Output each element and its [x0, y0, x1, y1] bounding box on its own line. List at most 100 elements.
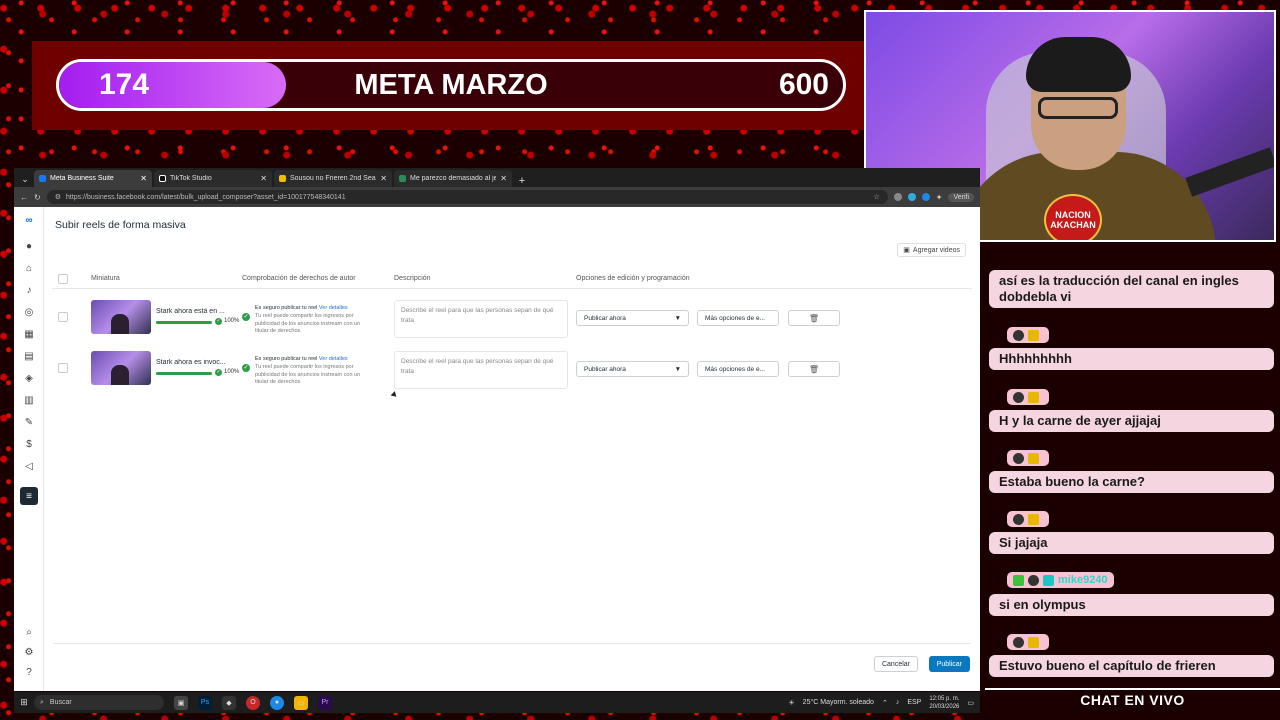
chat-user-tag	[1007, 450, 1049, 466]
search-icon[interactable]: ⌕	[22, 625, 36, 639]
col-options: Opciones de edición y programación	[576, 275, 690, 282]
address-bar[interactable]: ⚙ https://business.facebook.com/latest/b…	[46, 190, 888, 204]
table-row: Stark ahora está en ... ✓ 100% ✓ Es segu…	[52, 298, 972, 346]
lang-indicator[interactable]: ESP	[907, 699, 921, 706]
edit-icon[interactable]: ✎	[22, 415, 36, 429]
caret-down-icon: ▼	[674, 314, 681, 322]
clock[interactable]: 12:05 p. m. 20/03/2026	[929, 695, 959, 711]
reload-icon[interactable]: ↻	[34, 193, 41, 202]
browser-toolbar: ← ↻ ⚙ https://business.facebook.com/late…	[14, 187, 980, 207]
live-chat: así es la traducción del canal en ingles…	[985, 245, 1280, 720]
cancel-button[interactable]: Cancelar	[873, 656, 918, 672]
description-field[interactable]: Describe el reel para que las personas s…	[394, 300, 568, 338]
webcam-glasses	[1038, 97, 1118, 119]
badge-icon	[1013, 391, 1024, 403]
ads-icon[interactable]: ◈	[22, 371, 36, 385]
opera-icon[interactable]: O	[246, 695, 260, 710]
weather-icon: ☀	[788, 699, 795, 707]
details-link[interactable]: Ver detalles	[319, 305, 348, 311]
more-options-button[interactable]: Más opciones de e...	[697, 361, 779, 377]
goal-progress-bar: META MARZO 174 600	[56, 59, 846, 111]
tray-arrow-icon[interactable]: ⌃	[882, 699, 888, 707]
tab-search-icon[interactable]: ⌄	[18, 171, 32, 187]
badge-icon	[1013, 452, 1024, 464]
chat-message: Si jajaja	[989, 532, 1274, 554]
details-link[interactable]: Ver detalles	[319, 356, 348, 362]
content-icon[interactable]: ▦	[22, 327, 36, 341]
select-all-checkbox[interactable]	[58, 274, 68, 284]
volume-icon[interactable]: ♪	[896, 699, 900, 706]
windows-start-icon[interactable]: ⊞	[14, 697, 34, 708]
chrome-icon[interactable]: ●	[270, 695, 284, 710]
tab-meta-business-suite[interactable]: Meta Business Suite ✕	[34, 170, 152, 187]
tab-tiktok-studio[interactable]: TikTok Studio ✕	[154, 170, 272, 187]
delete-button[interactable]: 🗑	[788, 361, 840, 377]
clock-time: 12:05 p. m.	[929, 695, 960, 702]
help-icon[interactable]: ?	[22, 665, 36, 679]
schedule-dropdown[interactable]: Publicar ahora ▼	[576, 361, 689, 377]
more-options-button[interactable]: Más opciones de e...	[697, 310, 779, 326]
badge-icon	[1028, 574, 1039, 586]
profile-avatar-icon[interactable]: ●	[22, 239, 36, 253]
insights-icon[interactable]: ▥	[22, 393, 36, 407]
badge-icon	[1013, 636, 1024, 648]
extension-icon[interactable]	[893, 193, 902, 201]
close-icon[interactable]: ✕	[500, 174, 507, 183]
notifications-icon[interactable]: ♪	[22, 283, 36, 297]
close-icon[interactable]: ✕	[260, 174, 267, 183]
back-arrow-icon[interactable]: ←	[20, 193, 28, 202]
extension-icon[interactable]	[921, 193, 930, 201]
close-icon[interactable]: ✕	[380, 174, 387, 183]
schedule-dropdown[interactable]: Publicar ahora ▼	[576, 310, 689, 326]
row-checkbox[interactable]	[58, 363, 68, 373]
check-icon: ✓	[215, 318, 222, 325]
weather-text[interactable]: 25°C Mayorm. soleado	[803, 699, 874, 706]
chat-user-tag	[1007, 389, 1049, 405]
notifications-icon[interactable]: ▭	[967, 699, 974, 707]
schedule-value: Publicar ahora	[584, 365, 626, 373]
publish-button[interactable]: Publicar	[928, 656, 970, 672]
file-explorer-icon[interactable]: ▭	[294, 695, 308, 710]
home-icon[interactable]: ⌂	[22, 261, 36, 275]
site-info-icon[interactable]: ⚙	[55, 193, 61, 201]
inbox-icon[interactable]: ◎	[22, 305, 36, 319]
photoshop-icon[interactable]: Ps	[198, 695, 212, 710]
meta-logo-icon[interactable]: ∞	[22, 213, 36, 227]
verify-button[interactable]: Verifi	[948, 192, 974, 202]
video-thumbnail[interactable]	[91, 351, 151, 385]
add-videos-button[interactable]: ▣ Agregar videos	[897, 243, 966, 257]
premiere-icon[interactable]: Pr	[318, 695, 332, 710]
chat-message: Hhhhhhhhh	[989, 348, 1274, 370]
clock-date: 20/03/2026	[929, 703, 960, 710]
new-tab-icon[interactable]: +	[514, 175, 530, 187]
trash-icon: 🗑	[808, 313, 820, 323]
row-checkbox[interactable]	[58, 312, 68, 322]
delete-button[interactable]: 🗑	[788, 310, 840, 326]
video-add-icon: ▣	[903, 247, 910, 254]
taskbar-search[interactable]: ⌕ Buscar	[34, 695, 164, 710]
planner-icon[interactable]: ▤	[22, 349, 36, 363]
system-tray: ☀ 25°C Mayorm. soleado ⌃ ♪ ESP 12:05 p. …	[788, 695, 980, 711]
chat-user-tag	[1007, 511, 1049, 527]
col-description: Descripción	[394, 275, 431, 282]
menu-icon[interactable]: ≡	[20, 487, 38, 505]
meta-page: ∞ ● ⌂ ♪ ◎ ▦ ▤ ◈ ▥ ✎ $ ◁ ≡ ⌕ ⚙ ? Subir re…	[14, 207, 980, 691]
tab-manga[interactable]: Me parezco demasiado al jefe y al ✕	[394, 170, 512, 187]
settings-gear-icon[interactable]: ⚙	[22, 645, 36, 659]
extension-icon[interactable]	[907, 193, 916, 201]
crown-badge-icon	[1028, 329, 1039, 341]
description-field[interactable]: Describe el reel para que las personas s…	[394, 351, 568, 389]
check-circle-icon: ✓	[242, 313, 250, 321]
tab-frieren[interactable]: Sousou no Frieren 2nd Season 9 S ✕	[274, 170, 392, 187]
tab-label: Me parezco demasiado al jefe y al	[410, 175, 497, 182]
video-thumbnail[interactable]	[91, 300, 151, 334]
app-icon[interactable]: ◆	[222, 695, 236, 710]
video-name: Stark ahora está en ...	[156, 308, 225, 315]
task-view-icon[interactable]: ▣	[174, 695, 188, 710]
monetization-icon[interactable]: $	[22, 437, 36, 451]
megaphone-icon[interactable]: ◁	[22, 459, 36, 473]
chat-title: CHAT EN VIVO	[1080, 692, 1185, 708]
bookmark-star-icon[interactable]: ☆	[873, 193, 879, 201]
extensions-puzzle-icon[interactable]: ✦	[936, 193, 943, 202]
close-icon[interactable]: ✕	[140, 174, 147, 183]
